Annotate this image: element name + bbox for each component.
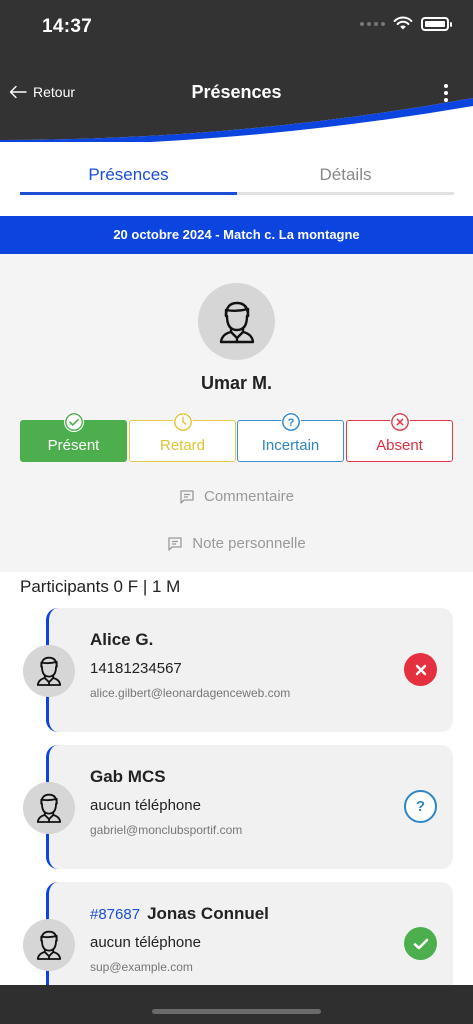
user-icon: [36, 656, 62, 686]
participant-email: sup@example.com: [90, 960, 193, 974]
personal-note-link[interactable]: Note personnelle: [0, 535, 473, 552]
clock-icon: [172, 412, 193, 432]
participant-name: Alice G.: [90, 630, 154, 649]
user-icon: [36, 793, 62, 823]
comment-icon: [180, 489, 194, 504]
status-time: 14:37: [42, 16, 93, 37]
user-icon: [36, 930, 62, 960]
bottom-bar: [0, 985, 473, 1024]
question-icon: ?: [280, 412, 301, 432]
participant-card[interactable]: Gab MCS aucun téléphone gabriel@monclubs…: [46, 745, 453, 869]
participants-title: Participants 0 F | 1 M: [20, 577, 181, 596]
avatar: [23, 919, 75, 971]
participant-name-row: Gab MCS: [90, 767, 166, 787]
battery-icon: [421, 16, 452, 31]
status-absent-icon[interactable]: [404, 653, 437, 686]
avatar: [23, 645, 75, 697]
late-button[interactable]: Retard: [129, 412, 236, 462]
home-indicator[interactable]: [152, 1009, 321, 1014]
status-bar: 14:37: [0, 0, 473, 54]
participant-phone: 14181234567: [90, 660, 182, 677]
x-icon: [389, 412, 410, 432]
app-header: 14:37 Retour Présences: [0, 0, 473, 142]
status-present-icon[interactable]: [404, 927, 437, 960]
tab-details[interactable]: Détails: [237, 150, 454, 195]
tab-bar: Présences Détails: [20, 150, 454, 195]
avatar: [23, 782, 75, 834]
user-icon: [219, 301, 254, 343]
check-icon: [63, 412, 84, 432]
participant-phone: aucun téléphone: [90, 934, 201, 951]
present-label: Présent: [47, 437, 100, 454]
comment-label: Commentaire: [203, 488, 295, 505]
participant-email: gabriel@monclubsportif.com: [90, 823, 243, 837]
event-banner: 20 octobre 2024 - Match c. La montagne: [0, 216, 473, 254]
signal-icon: [360, 21, 385, 26]
note-icon: [168, 536, 182, 551]
late-label: Retard: [159, 437, 206, 454]
participant-tag: #87687: [90, 906, 141, 923]
participant-name: Jonas Connuel: [147, 904, 269, 923]
participant-phone: aucun téléphone: [90, 797, 201, 814]
participant-card[interactable]: Alice G. 14181234567 alice.gilbert@leona…: [46, 608, 453, 732]
absent-button[interactable]: Absent: [346, 412, 453, 462]
svg-text:?: ?: [287, 417, 294, 429]
attendance-profile: Umar M. Présent Retard ? Incertain Absen…: [0, 254, 473, 572]
tab-presences[interactable]: Présences: [20, 150, 237, 195]
uncertain-button[interactable]: ? Incertain: [237, 412, 344, 462]
participant-email: alice.gilbert@leonardagenceweb.com: [90, 686, 291, 700]
profile-name: Umar M.: [200, 373, 272, 393]
absent-label: Absent: [376, 437, 423, 454]
uncertain-label: Incertain: [261, 437, 320, 454]
participant-name-row: Alice G.: [90, 630, 153, 650]
status-uncertain-icon[interactable]: ?: [404, 790, 437, 823]
participant-name: Gab MCS: [90, 767, 166, 786]
comment-link[interactable]: Commentaire: [0, 488, 473, 505]
more-options-icon[interactable]: [441, 82, 451, 104]
participant-name-row: #87687 Jonas Connuel: [90, 904, 269, 924]
present-button[interactable]: Présent: [20, 412, 127, 462]
page-title: Présences: [191, 82, 282, 102]
avatar: [198, 283, 275, 360]
note-label: Note personnelle: [192, 535, 306, 552]
wifi-icon: [393, 16, 413, 30]
status-icons: [360, 16, 452, 31]
